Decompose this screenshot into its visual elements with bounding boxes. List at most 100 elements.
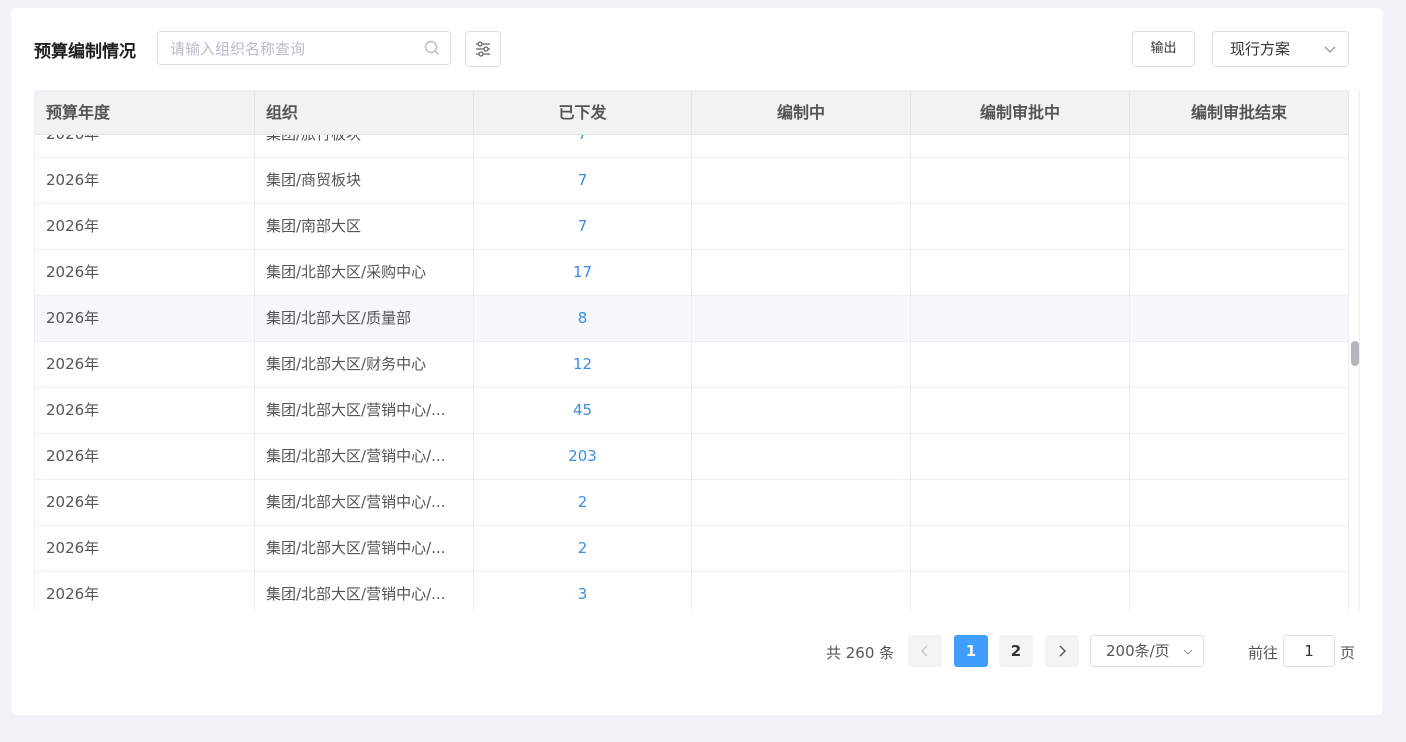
export-button[interactable]: 输出	[1132, 31, 1195, 67]
cell-in-progress	[692, 526, 911, 571]
table-scrollbar[interactable]	[1348, 90, 1360, 611]
cell-org: 集团/北部大区/质量部	[255, 296, 474, 341]
table-row[interactable]: 2026年 集团/北部大区/财务中心 12	[35, 342, 1349, 388]
table-body: 2026年集团/旅行板块72026年集团/商贸板块72026年集团/南部大区72…	[35, 112, 1349, 611]
chevron-left-icon	[921, 645, 928, 657]
chevron-down-icon	[1183, 649, 1193, 655]
cell-in-approval	[911, 158, 1130, 203]
cell-approval-done	[1130, 158, 1349, 203]
page-title: 预算编制情况	[34, 42, 136, 62]
cell-year: 2026年	[35, 388, 255, 433]
cell-org: 集团/北部大区/营销中心/...	[255, 480, 474, 525]
cell-in-progress	[692, 296, 911, 341]
cell-issued-link[interactable]: 2	[474, 480, 692, 525]
cell-year: 2026年	[35, 480, 255, 525]
cell-org: 集团/北部大区/营销中心/...	[255, 572, 474, 611]
cell-org: 集团/北部大区/采购中心	[255, 250, 474, 295]
cell-in-progress	[692, 158, 911, 203]
cell-issued-link[interactable]: 7	[474, 158, 692, 203]
cell-in-progress	[692, 480, 911, 525]
cell-in-progress	[692, 388, 911, 433]
cell-approval-done	[1130, 388, 1349, 433]
total-count: 共 260 条	[826, 644, 895, 662]
column-header-org[interactable]: 组织	[255, 91, 474, 135]
prev-page-button[interactable]	[908, 635, 942, 667]
page-unit-label: 页	[1340, 644, 1356, 662]
cell-in-progress	[692, 434, 911, 479]
page-2-button[interactable]: 2	[999, 635, 1033, 667]
cell-in-approval	[911, 342, 1130, 387]
table-row[interactable]: 2026年 集团/北部大区/营销中心/... 45	[35, 388, 1349, 434]
cell-approval-done	[1130, 204, 1349, 249]
column-header-in-progress[interactable]: 编制中	[692, 91, 911, 135]
search-box[interactable]	[157, 31, 451, 66]
cell-org: 集团/北部大区/营销中心/...	[255, 526, 474, 571]
cell-in-approval	[911, 250, 1130, 295]
scheme-select-value: 现行方案	[1230, 40, 1291, 58]
cell-issued-link[interactable]: 8	[474, 296, 692, 341]
cell-issued-link[interactable]: 12	[474, 342, 692, 387]
column-header-in-approval[interactable]: 编制审批中	[911, 91, 1130, 135]
cell-issued-link[interactable]: 7	[474, 204, 692, 249]
goto-page-input[interactable]	[1283, 635, 1335, 667]
scheme-select[interactable]: 现行方案	[1212, 31, 1349, 67]
cell-in-approval	[911, 526, 1130, 571]
filter-settings-button[interactable]	[465, 31, 501, 67]
table-row[interactable]: 2026年 集团/北部大区/营销中心/... 2	[35, 526, 1349, 572]
cell-approval-done	[1130, 342, 1349, 387]
cell-approval-done	[1130, 526, 1349, 571]
cell-year: 2026年	[35, 158, 255, 203]
table-row[interactable]: 2026年 集团/北部大区/质量部 8	[35, 296, 1349, 342]
table-row[interactable]: 2026年 集团/北部大区/营销中心/... 203	[35, 434, 1349, 480]
cell-issued-link[interactable]: 3	[474, 572, 692, 611]
table-row[interactable]: 2026年 集团/商贸板块 7	[35, 158, 1349, 204]
cell-year: 2026年	[35, 204, 255, 249]
cell-issued-link[interactable]: 203	[474, 434, 692, 479]
budget-table: 预算年度 组织 已下发 编制中 编制审批中 编制审批结束 2026年集团/旅行板…	[34, 90, 1349, 611]
pagination: 共 260 条 1 2 200条/页 前往 页	[11, 634, 1383, 668]
page-size-value: 200条/页	[1106, 642, 1170, 660]
cell-in-approval	[911, 388, 1130, 433]
cell-in-approval	[911, 480, 1130, 525]
table-row[interactable]: 2026年 集团/北部大区/采购中心 17	[35, 250, 1349, 296]
column-header-year[interactable]: 预算年度	[35, 91, 255, 135]
cell-in-progress	[692, 572, 911, 611]
chevron-down-icon	[1324, 46, 1336, 53]
cell-approval-done	[1130, 480, 1349, 525]
cell-issued-link[interactable]: 17	[474, 250, 692, 295]
table-row[interactable]: 2026年 集团/南部大区 7	[35, 204, 1349, 250]
cell-in-progress	[692, 342, 911, 387]
table-row[interactable]: 2026年 集团/北部大区/营销中心/... 3	[35, 572, 1349, 611]
cell-in-approval	[911, 204, 1130, 249]
cell-org: 集团/南部大区	[255, 204, 474, 249]
chevron-right-icon	[1059, 645, 1066, 657]
cell-approval-done	[1130, 296, 1349, 341]
cell-approval-done	[1130, 434, 1349, 479]
toolbar: 预算编制情况 输出 现行方案	[11, 8, 1383, 90]
cell-year: 2026年	[35, 296, 255, 341]
cell-in-approval	[911, 296, 1130, 341]
cell-issued-link[interactable]: 2	[474, 526, 692, 571]
cell-approval-done	[1130, 572, 1349, 611]
next-page-button[interactable]	[1045, 635, 1079, 667]
search-icon[interactable]	[424, 40, 440, 56]
column-header-approval-done[interactable]: 编制审批结束	[1130, 91, 1349, 135]
cell-in-progress	[692, 204, 911, 249]
cell-org: 集团/北部大区/营销中心/...	[255, 388, 474, 433]
cell-in-approval	[911, 572, 1130, 611]
cell-year: 2026年	[35, 342, 255, 387]
goto-label: 前往	[1248, 644, 1279, 662]
page-1-button[interactable]: 1	[954, 635, 988, 667]
budget-panel: 预算编制情况 输出 现行方案	[11, 8, 1383, 715]
cell-year: 2026年	[35, 572, 255, 611]
cell-org: 集团/北部大区/营销中心/...	[255, 434, 474, 479]
column-header-issued[interactable]: 已下发	[474, 91, 692, 135]
scrollbar-thumb[interactable]	[1351, 341, 1359, 366]
cell-org: 集团/商贸板块	[255, 158, 474, 203]
search-input[interactable]	[168, 32, 422, 66]
table-header: 预算年度 组织 已下发 编制中 编制审批中 编制审批结束	[35, 90, 1349, 135]
table-row[interactable]: 2026年 集团/北部大区/营销中心/... 2	[35, 480, 1349, 526]
page-size-select[interactable]: 200条/页	[1090, 635, 1204, 667]
cell-in-approval	[911, 434, 1130, 479]
cell-issued-link[interactable]: 45	[474, 388, 692, 433]
